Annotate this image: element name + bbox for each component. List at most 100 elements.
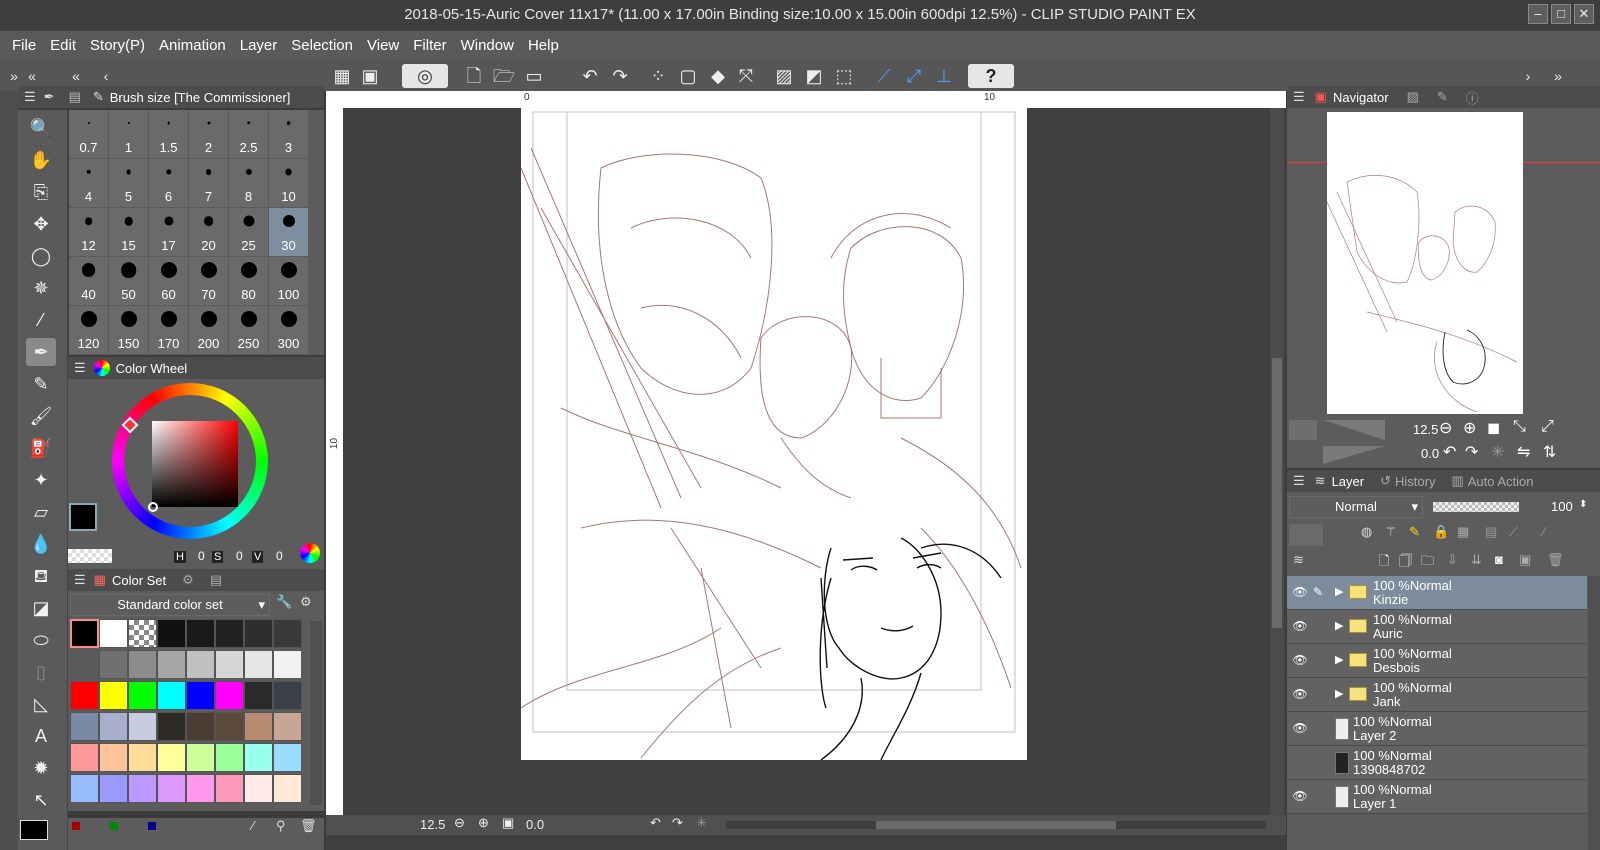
rotate-left-icon[interactable]: ↶ [650, 815, 661, 831]
brush-size-cell[interactable]: 10 [269, 159, 309, 208]
scroll-thumb[interactable] [1272, 358, 1282, 628]
selection-icon[interactable]: ⬚ [832, 64, 856, 88]
brush-size-cell[interactable]: 170 [149, 306, 189, 355]
brush-size-cell[interactable]: 6 [149, 159, 189, 208]
history-color-green[interactable] [110, 822, 118, 830]
move-layer-icon[interactable]: ✥ [26, 210, 56, 238]
text-icon[interactable]: A [26, 722, 56, 750]
reset-rotation-icon[interactable]: ✳ [696, 815, 707, 831]
layer-row[interactable]: 👁 ✎ ▶ 100 %Normal Kinzie [1287, 576, 1587, 610]
v-value[interactable]: 0 [276, 549, 283, 563]
draft-layer-icon[interactable]: ✎ [1409, 524, 1420, 540]
expression-color-dropdown[interactable] [1289, 524, 1323, 546]
opacity-stepper-icon[interactable]: ⬍ [1579, 499, 1587, 510]
color-swatch[interactable] [186, 681, 215, 710]
color-swatch[interactable] [157, 743, 186, 772]
frame-border-icon[interactable]: ▯ [26, 658, 56, 686]
fit-window-icon[interactable]: ⤢ [1541, 418, 1554, 436]
balloon-icon[interactable]: ✹ [26, 754, 56, 782]
canvas-angle-value[interactable]: 0.0 [526, 817, 544, 832]
layer-row[interactable]: 👁 ▶ 100 %Normal Desbois [1287, 644, 1587, 678]
color-swatch[interactable] [244, 774, 273, 803]
swirl-icon[interactable]: ◎ [402, 64, 448, 88]
main-color-swatch[interactable] [69, 503, 97, 531]
color-swatch[interactable] [273, 712, 302, 741]
color-swatch[interactable] [157, 712, 186, 741]
menu-animation[interactable]: Animation [152, 37, 233, 54]
brush-size-cell[interactable]: 17 [149, 208, 189, 257]
brush-size-cell[interactable]: 200 [189, 306, 229, 355]
color-swatch[interactable] [244, 619, 273, 648]
clear-icon[interactable]: ◆ [706, 64, 730, 88]
color-swatch[interactable] [70, 681, 99, 710]
color-mode-icon[interactable] [300, 543, 320, 563]
layer-list-scrollbar[interactable] [1588, 576, 1600, 850]
collapse-left-icon[interactable]: « [64, 64, 88, 88]
flip-vertical-icon[interactable]: ⇅ [1543, 442, 1556, 462]
collapse-right-icon[interactable]: » [1546, 64, 1570, 88]
flip-horizontal-icon[interactable]: ⇋ [1517, 442, 1530, 462]
color-swatch[interactable] [244, 681, 273, 710]
brush-size-cell[interactable]: 120 [69, 306, 109, 355]
collapse-panels-icon[interactable]: « [20, 64, 44, 88]
brush-size-cell[interactable]: 2 [189, 110, 229, 159]
auto-select-icon[interactable]: ✵ [26, 274, 56, 302]
color-swatch[interactable] [99, 650, 128, 679]
color-swatch[interactable] [128, 681, 157, 710]
open-file-icon[interactable]: 🗁 [492, 64, 516, 88]
zoom-out-icon[interactable]: ⊖ [1439, 418, 1452, 438]
lock-layer-icon[interactable]: 🔒 [1433, 524, 1449, 540]
color-swatch[interactable] [215, 774, 244, 803]
menu-selection[interactable]: Selection [284, 37, 360, 54]
brush-size-cell[interactable]: 250 [229, 306, 269, 355]
sv-picker-handle[interactable] [148, 502, 158, 512]
expand-arrow-icon[interactable]: ▶ [1335, 687, 1343, 700]
add-color-icon[interactable]: ⚲ [276, 818, 286, 834]
fill-icon[interactable]: ▨ [772, 64, 796, 88]
actual-pixels-icon[interactable]: ◼ [1487, 418, 1500, 438]
color-swatch[interactable] [70, 650, 99, 679]
panel-menu-icon[interactable]: ☰ [1293, 89, 1305, 105]
main-color-chip[interactable] [20, 820, 48, 840]
blend-mode-dropdown[interactable]: Normal ▾ [1289, 496, 1423, 518]
layer-row[interactable]: 100 %Normal 1390848702 [1287, 746, 1587, 780]
maximize-icon[interactable]: □ [1551, 4, 1571, 24]
history-color-blue[interactable] [148, 822, 156, 830]
color-swatch[interactable] [244, 712, 273, 741]
combine-icon[interactable]: ⇊ [1471, 552, 1482, 568]
color-set-dropdown[interactable]: Standard color set ▾ [70, 594, 270, 616]
expand-arrow-icon[interactable]: ▶ [1335, 653, 1343, 666]
new-folder-icon[interactable]: 🗀 [1421, 552, 1434, 574]
fit-screen-icon[interactable]: ▣ [502, 815, 514, 831]
auto-action-tab-icon[interactable]: ▥ [1451, 473, 1463, 489]
chevron-left-icon[interactable]: ‹ [94, 64, 118, 88]
brush-size-cell[interactable]: 300 [269, 306, 309, 355]
new-vector-layer-icon[interactable]: 🗍 [1399, 552, 1412, 574]
layer-color-icon[interactable]: ⁄ [1543, 524, 1545, 539]
color-set-settings-icon[interactable]: ⚙ [300, 594, 312, 610]
brush-size-cell[interactable]: 60 [149, 257, 189, 306]
color-swatch[interactable] [244, 743, 273, 772]
menu-view[interactable]: View [360, 37, 406, 54]
minimize-icon[interactable]: – [1528, 4, 1548, 24]
fill-bucket-icon[interactable]: ⛾ [26, 562, 56, 590]
eraser-icon[interactable]: ▱ [26, 498, 56, 526]
nav-zoom-slider-start[interactable] [1289, 420, 1317, 440]
horizontal-scroll-thumb[interactable] [876, 821, 1116, 829]
color-swatch[interactable] [244, 650, 273, 679]
figure-icon[interactable]: ⬭ [26, 626, 56, 654]
color-swatch[interactable] [99, 681, 128, 710]
color-swatch[interactable] [273, 774, 302, 803]
trash-icon[interactable]: 🗑 [300, 818, 317, 834]
s-value[interactable]: 0 [236, 549, 243, 563]
brush-size-cell[interactable]: 50 [109, 257, 149, 306]
color-swatch[interactable] [186, 743, 215, 772]
color-swatch[interactable] [70, 743, 99, 772]
chevron-right-icon[interactable]: › [1516, 64, 1540, 88]
tab-layer[interactable]: Layer [1332, 474, 1365, 489]
brush-tab-icon[interactable]: ✎ [93, 89, 104, 105]
brush-size-cell[interactable]: 5 [109, 159, 149, 208]
transform-icon[interactable]: ⤧ [734, 64, 758, 88]
brush-size-cell[interactable]: 4 [69, 159, 109, 208]
lock-transparency-icon[interactable]: ▦ [1457, 524, 1469, 540]
